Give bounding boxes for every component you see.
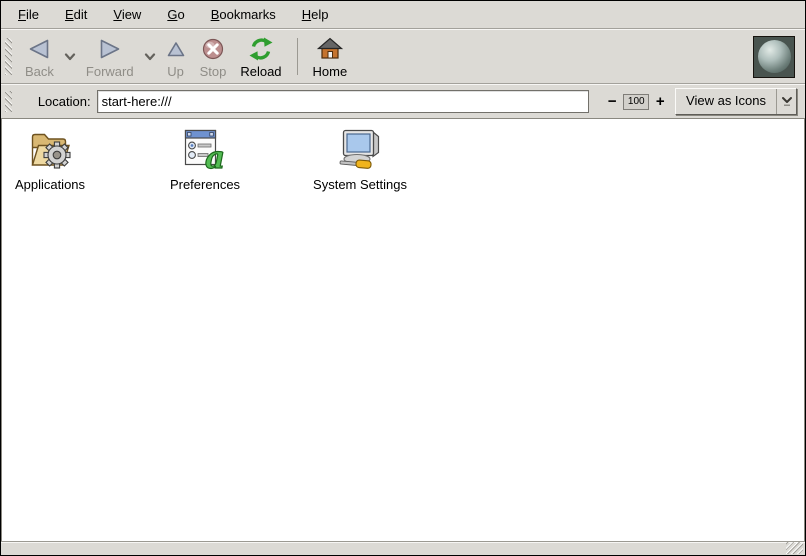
chevron-down-icon <box>144 49 156 64</box>
preferences-label: Preferences <box>170 177 240 192</box>
chevron-down-icon <box>64 49 76 64</box>
svg-text:a: a <box>205 140 225 173</box>
system-settings-label: System Settings <box>313 177 407 192</box>
locationbar-drag-handle[interactable] <box>5 91 12 112</box>
stop-button[interactable]: Stop <box>193 32 234 81</box>
throbber-logo <box>753 36 795 78</box>
up-button[interactable]: Up <box>159 32 193 81</box>
home-icon <box>317 36 343 62</box>
back-label: Back <box>25 65 54 79</box>
sphere-icon <box>758 40 791 73</box>
view-as-dropdown[interactable]: View as Icons <box>675 88 797 115</box>
status-bar <box>1 541 805 555</box>
toolbar-separator <box>297 38 298 75</box>
back-icon <box>26 36 52 62</box>
menu-go[interactable]: Go <box>154 3 197 26</box>
menu-file-label: F <box>18 7 26 22</box>
menu-bookmarks[interactable]: Bookmarks <box>198 3 289 26</box>
forward-button[interactable]: Forward <box>79 32 141 81</box>
content-item-applications[interactable]: Applications <box>2 125 98 192</box>
forward-icon <box>97 36 123 62</box>
up-icon <box>166 36 186 62</box>
menu-help-label: H <box>302 7 311 22</box>
toolbar: Back Forward Up <box>1 30 805 83</box>
menu-help[interactable]: Help <box>289 3 342 26</box>
content-item-preferences[interactable]: a Preferences <box>157 125 253 192</box>
file-manager-window: File Edit View Go Bookmarks Help Back Fo… <box>0 0 806 556</box>
location-input[interactable] <box>97 90 590 113</box>
menu-edit[interactable]: Edit <box>52 3 100 26</box>
icon-view-canvas[interactable]: Applications a Preferences <box>1 118 805 541</box>
back-history-dropdown[interactable] <box>61 32 79 81</box>
menu-view-label: V <box>113 7 121 22</box>
location-bar: Location: − 100 + View as Icons <box>1 85 805 118</box>
menu-view[interactable]: View <box>100 3 154 26</box>
reload-label: Reload <box>240 65 281 79</box>
forward-history-dropdown[interactable] <box>141 32 159 81</box>
menu-edit-label: E <box>65 7 74 22</box>
dropdown-indicator-icon <box>777 89 796 114</box>
toolbar-drag-handle[interactable] <box>5 38 12 75</box>
menu-go-label: G <box>167 7 177 22</box>
system-settings-monitor-icon <box>336 125 384 173</box>
forward-label: Forward <box>86 65 134 79</box>
content-item-system-settings[interactable]: System Settings <box>312 125 408 192</box>
location-label: Location: <box>38 94 91 109</box>
zoom-out-button[interactable]: − <box>605 93 619 110</box>
reload-button[interactable]: Reload <box>233 32 288 81</box>
view-as-label: View as Icons <box>676 89 776 114</box>
home-button[interactable]: Home <box>306 32 355 81</box>
home-label: Home <box>313 65 348 79</box>
up-label: Up <box>167 65 184 79</box>
stop-label: Stop <box>200 65 227 79</box>
menubar: File Edit View Go Bookmarks Help <box>1 1 805 28</box>
back-button[interactable]: Back <box>18 32 61 81</box>
menu-file[interactable]: File <box>5 3 52 26</box>
zoom-in-button[interactable]: + <box>653 93 667 110</box>
resize-grip[interactable] <box>786 542 803 554</box>
applications-label: Applications <box>15 177 85 192</box>
stop-icon <box>201 36 225 62</box>
applications-folder-gear-icon <box>26 125 74 173</box>
preferences-capplet-icon: a <box>181 125 229 173</box>
reload-icon <box>248 36 274 62</box>
toolbar-spacer <box>354 32 753 81</box>
zoom-level-indicator[interactable]: 100 <box>623 94 649 110</box>
